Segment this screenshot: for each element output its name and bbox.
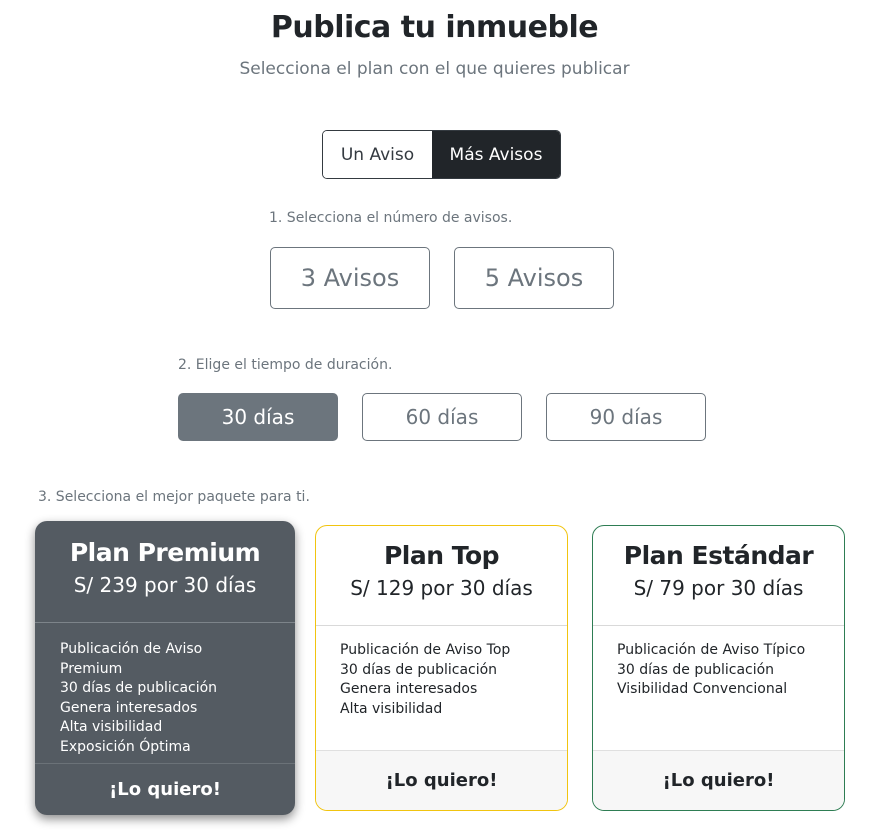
- plan-feature: 30 días de publicación: [340, 661, 498, 678]
- plan-feature: 30 días de publicación: [60, 680, 218, 696]
- plan-top-cta-button[interactable]: ¡Lo quiero!: [316, 750, 567, 810]
- page-title: Publica tu inmueble: [270, 10, 599, 45]
- qty-3-ads-button[interactable]: 3 Avisos: [270, 247, 430, 309]
- plan-feature: Publicación de Aviso Top: [340, 642, 511, 658]
- plan-feature: Exposición Óptima: [60, 738, 191, 755]
- plan-feature: Publicación de Aviso: [60, 641, 203, 657]
- plan-features: Publicación de Aviso Premium 30 días de …: [35, 623, 295, 763]
- single-ad-option[interactable]: Un Aviso: [323, 131, 432, 178]
- plan-feature: Alta visibilidad: [60, 719, 163, 735]
- plan-standard-cta-button[interactable]: ¡Lo quiero!: [593, 750, 844, 810]
- duration-30-button[interactable]: 30 días: [178, 393, 338, 441]
- plan-name: Plan Top: [383, 541, 500, 570]
- plan-card-premium[interactable]: Plan Premium S/ 239 por 30 días Publicac…: [35, 521, 295, 815]
- ad-mode-toggle: Un Aviso Más Avisos: [322, 130, 561, 179]
- plan-features: Publicación de Aviso Típico 30 días de p…: [593, 626, 844, 750]
- qty-5-ads-button[interactable]: 5 Avisos: [454, 247, 614, 309]
- plan-price: S/ 79 por 30 días: [633, 576, 804, 600]
- plan-features: Publicación de Aviso Top 30 días de publ…: [316, 626, 567, 750]
- plan-price: S/ 129 por 30 días: [350, 576, 533, 600]
- step2-label: 2. Elige el tiempo de duración.: [178, 357, 393, 373]
- page-subtitle: Selecciona el plan con el que quieres pu…: [239, 59, 630, 79]
- plan-card-header: Plan Premium S/ 239 por 30 días: [35, 521, 295, 623]
- plan-feature: Genera interesados: [60, 699, 198, 716]
- plan-feature: Genera interesados: [340, 681, 478, 697]
- plan-name: Plan Estándar: [623, 541, 814, 570]
- plan-card-top[interactable]: Plan Top S/ 129 por 30 días Publicación …: [315, 525, 568, 811]
- duration-90-button[interactable]: 90 días: [546, 393, 706, 441]
- plan-price: S/ 239 por 30 días: [73, 573, 257, 597]
- plan-feature: Alta visibilidad: [340, 700, 443, 717]
- plan-premium-cta-button[interactable]: ¡Lo quiero!: [35, 763, 295, 815]
- step3-label: 3. Selecciona el mejor paquete para ti.: [38, 489, 310, 505]
- step1-label: 1. Selecciona el número de avisos.: [269, 210, 513, 226]
- plan-card-standard[interactable]: Plan Estándar S/ 79 por 30 días Publicac…: [592, 525, 845, 811]
- plan-feature: Premium: [60, 660, 123, 677]
- plan-feature: Visibilidad Convencional: [617, 681, 788, 697]
- plan-card-header: Plan Estándar S/ 79 por 30 días: [593, 526, 844, 626]
- plan-card-header: Plan Top S/ 129 por 30 días: [316, 526, 567, 626]
- more-ads-option[interactable]: Más Avisos: [432, 131, 560, 178]
- plan-name: Plan Premium: [69, 538, 261, 567]
- plan-feature: 30 días de publicación: [617, 661, 775, 678]
- duration-60-button[interactable]: 60 días: [362, 393, 522, 441]
- plan-feature: Publicación de Aviso Típico: [617, 642, 806, 658]
